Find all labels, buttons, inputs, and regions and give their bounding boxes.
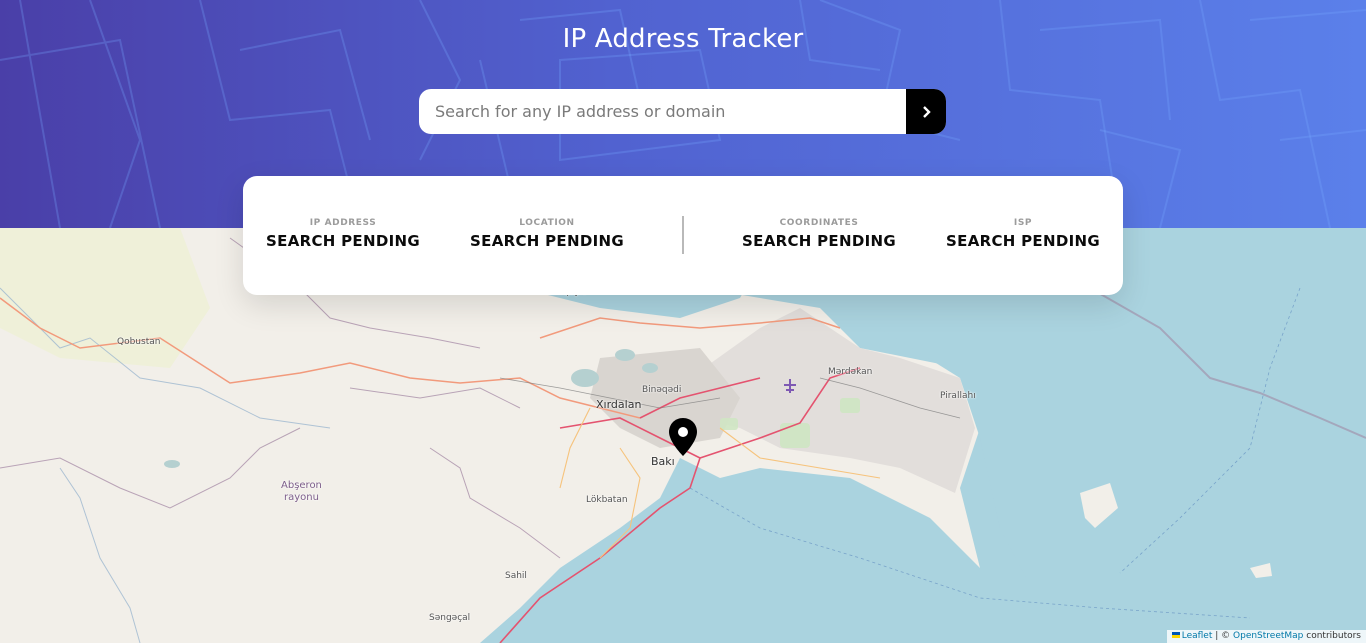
map-label-binaqadi: Binəqədi bbox=[642, 385, 682, 395]
info-value: SEARCH PENDING bbox=[470, 232, 624, 250]
info-value: SEARCH PENDING bbox=[266, 232, 420, 250]
map-label-pirallahi: Pirallahı bbox=[940, 391, 976, 401]
map-label-lokbatan: Lökbatan bbox=[586, 495, 628, 505]
info-coordinates: COORDINATES SEARCH PENDING bbox=[709, 218, 929, 250]
ip-info-card: IP ADDRESS SEARCH PENDING LOCATION SEARC… bbox=[243, 176, 1123, 295]
info-value: SEARCH PENDING bbox=[946, 232, 1100, 250]
info-label: ISP bbox=[1013, 218, 1033, 228]
ukraine-flag-icon bbox=[1171, 632, 1180, 638]
info-label: LOCATION bbox=[519, 218, 575, 228]
page-title: IP Address Tracker bbox=[562, 24, 804, 54]
chevron-right-icon bbox=[922, 105, 931, 118]
info-value: SEARCH PENDING bbox=[742, 232, 896, 250]
map-label-mardakan: Mərdəkan bbox=[828, 367, 873, 377]
map-label-abseron-line1: Abşeron bbox=[281, 480, 322, 491]
map-label-xirdalan: Xırdalan bbox=[596, 398, 642, 411]
map-label-qobustan: Qobustan bbox=[117, 337, 161, 347]
info-location: LOCATION SEARCH PENDING bbox=[437, 218, 657, 250]
attribution-separator: | © bbox=[1212, 631, 1234, 641]
attribution-contributors: contributors bbox=[1303, 631, 1361, 641]
info-label: IP ADDRESS bbox=[309, 218, 377, 228]
leaflet-link[interactable]: Leaflet bbox=[1182, 631, 1213, 641]
map-attribution: Leaflet | © OpenStreetMap contributors bbox=[1166, 630, 1366, 643]
location-pin-icon[interactable] bbox=[668, 417, 698, 457]
map-label-abseron-line2: rayonu bbox=[283, 492, 319, 503]
map-label-abseron: Abşeron rayonu bbox=[281, 480, 322, 504]
info-ip-address: IP ADDRESS SEARCH PENDING bbox=[233, 218, 453, 250]
search-input[interactable] bbox=[419, 89, 906, 134]
info-label: COORDINATES bbox=[779, 218, 859, 228]
info-isp: ISP SEARCH PENDING bbox=[913, 218, 1133, 250]
info-divider bbox=[682, 216, 684, 254]
openstreetmap-link[interactable]: OpenStreetMap bbox=[1233, 631, 1303, 641]
search-form bbox=[419, 89, 946, 134]
search-submit-button[interactable] bbox=[906, 89, 946, 134]
map-label-sangacal: Səngəçal bbox=[429, 613, 471, 623]
map-label-sahil: Sahil bbox=[505, 571, 527, 581]
